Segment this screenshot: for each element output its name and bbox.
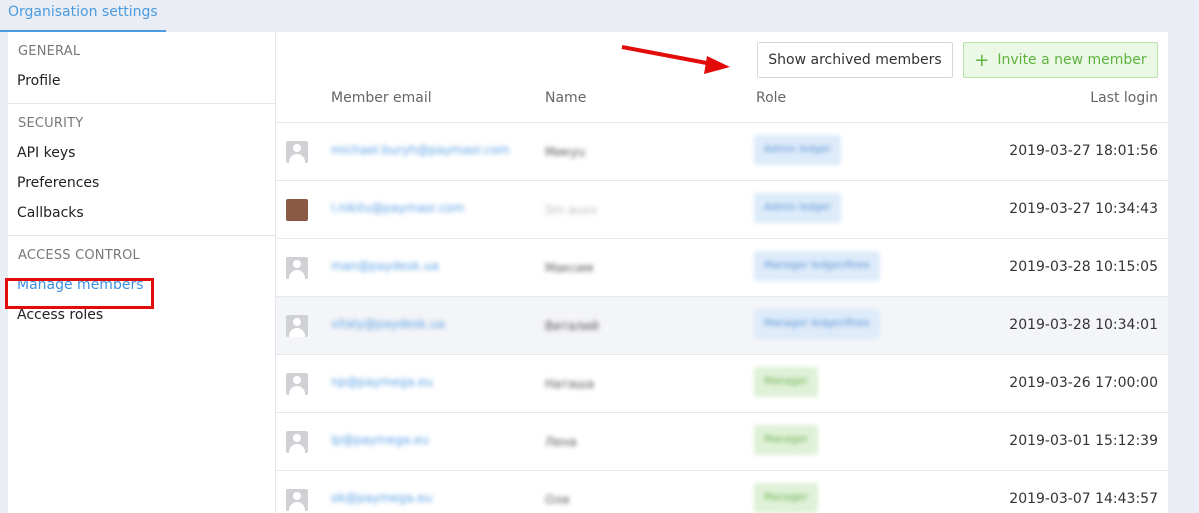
sidebar-item-profile[interactable]: Profile: [8, 69, 275, 99]
member-email-link[interactable]: vitaly@paydesk.ua: [331, 317, 445, 331]
table-row[interactable]: np@paymega.eu Наташа Manager 2019-03-26 …: [276, 354, 1168, 412]
table-row[interactable]: man@paydesk.ua Максим Manager ledger/ftr…: [276, 238, 1168, 296]
sidebar-section-security: SECURITY API keys Preferences Callbacks: [8, 104, 275, 236]
role-badge: Admin ledger: [754, 135, 841, 165]
plus-icon: +: [974, 49, 990, 71]
last-login: 2019-03-01 15:12:39: [1009, 433, 1158, 449]
sidebar-section-general: GENERAL Profile: [8, 32, 275, 104]
sidebar-item-callbacks[interactable]: Callbacks: [8, 201, 275, 231]
members-panel: Show archived members + Invite a new mem…: [276, 32, 1168, 513]
member-email-link[interactable]: lp@paymega.eu: [331, 433, 429, 447]
column-header-last-login[interactable]: Last login: [1090, 90, 1158, 106]
avatar-placeholder-icon: [286, 431, 308, 453]
member-email-link[interactable]: michael.buryh@paymasr.com: [331, 143, 510, 157]
sidebar-heading-access-control: ACCESS CONTROL: [18, 248, 140, 263]
column-header-name[interactable]: Name: [545, 90, 586, 106]
annotation-highlight-manage-members: [5, 278, 154, 309]
role-badge: Manager: [754, 425, 818, 455]
member-name: Sm auxx: [545, 203, 598, 217]
sidebar-heading-general: GENERAL: [18, 44, 81, 59]
settings-sidebar: GENERAL Profile SECURITY API keys Prefer…: [8, 32, 276, 513]
member-email-link[interactable]: ok@paymega.eu: [331, 491, 432, 505]
invite-member-button[interactable]: + Invite a new member: [963, 42, 1158, 78]
table-row[interactable]: lp@paymega.eu Лена Manager 2019-03-01 15…: [276, 412, 1168, 470]
sidebar-item-api-keys[interactable]: API keys: [8, 141, 275, 171]
member-name: Наташа: [545, 377, 595, 391]
column-header-role[interactable]: Role: [756, 90, 786, 106]
role-badge: Manager ledger/ftree: [754, 251, 880, 281]
avatar-placeholder-icon: [286, 373, 308, 395]
sidebar-item-preferences[interactable]: Preferences: [8, 171, 275, 201]
table-row[interactable]: michael.buryh@paymasr.com Микyu Admin le…: [276, 122, 1168, 180]
role-badge: Manager ledger/ftree: [754, 309, 880, 339]
member-email-link[interactable]: l.nikitu@paymasr.com: [331, 201, 464, 215]
role-badge: Manager: [754, 367, 818, 397]
member-name: Максим: [545, 261, 594, 275]
last-login: 2019-03-28 10:15:05: [1009, 259, 1158, 275]
show-archived-members-button[interactable]: Show archived members: [757, 42, 953, 78]
member-name: Виталий: [545, 319, 599, 333]
tab-organisation-settings[interactable]: Organisation settings: [0, 0, 166, 32]
member-name: Лена: [545, 435, 577, 449]
avatar-placeholder-icon: [286, 257, 308, 279]
member-email-link[interactable]: man@paydesk.ua: [331, 259, 439, 273]
table-row[interactable]: ok@paymega.eu Оля Manager 2019-03-07 14:…: [276, 470, 1168, 513]
avatar-placeholder-icon: [286, 141, 308, 163]
last-login: 2019-03-27 10:34:43: [1009, 201, 1158, 217]
member-email-link[interactable]: np@paymega.eu: [331, 375, 433, 389]
role-badge: Manager: [754, 483, 818, 513]
member-name: Микyu: [545, 145, 586, 159]
member-name: Оля: [545, 493, 570, 507]
avatar-placeholder-icon: [286, 315, 308, 337]
table-row[interactable]: vitaly@paydesk.ua Виталий Manager ledger…: [276, 296, 1168, 354]
sidebar-heading-security: SECURITY: [18, 116, 84, 131]
last-login: 2019-03-26 17:00:00: [1009, 375, 1158, 391]
column-header-email[interactable]: Member email: [331, 90, 432, 106]
last-login: 2019-03-07 14:43:57: [1009, 491, 1158, 507]
last-login: 2019-03-28 10:34:01: [1009, 317, 1158, 333]
table-row[interactable]: l.nikitu@paymasr.com Sm auxx Admin ledge…: [276, 180, 1168, 238]
last-login: 2019-03-27 18:01:56: [1009, 143, 1158, 159]
members-table: michael.buryh@paymasr.com Микyu Admin le…: [276, 122, 1168, 513]
role-badge: Admin ledger: [754, 193, 841, 223]
invite-member-label: Invite a new member: [997, 52, 1147, 68]
avatar: [286, 199, 308, 221]
avatar-placeholder-icon: [286, 489, 308, 511]
